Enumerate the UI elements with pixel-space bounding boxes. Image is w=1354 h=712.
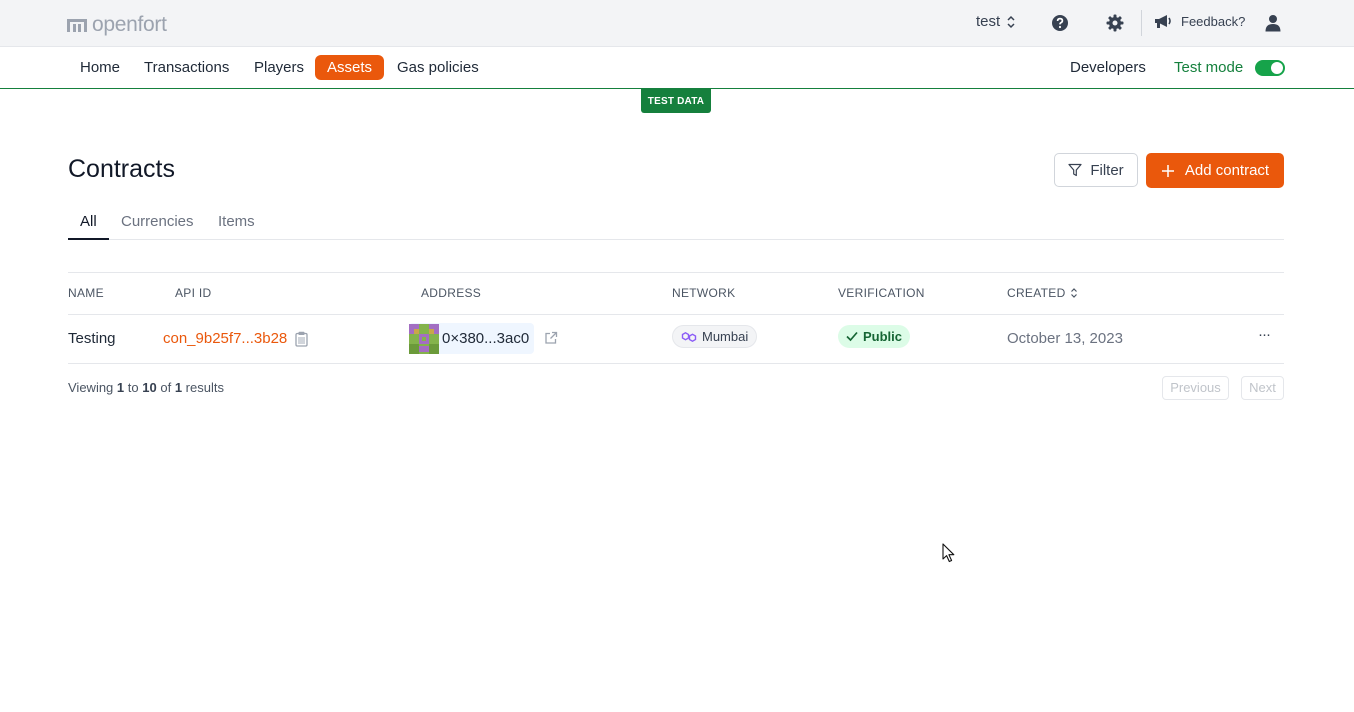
header-divider (68, 314, 1284, 315)
column-header-verification: VERIFICATION (838, 286, 925, 300)
address-text: 0×380...3ac0 (442, 330, 530, 347)
column-header-network: NETWORK (672, 286, 736, 300)
address-chip[interactable]: 0×380...3ac0 (409, 323, 535, 354)
pagination-to: 10 (142, 380, 157, 395)
filter-icon (1068, 163, 1082, 177)
divider (1141, 10, 1142, 36)
previous-button[interactable]: Previous (1162, 376, 1229, 400)
feedback-label: Feedback? (1181, 13, 1246, 29)
nav-assets[interactable]: Assets (315, 55, 385, 80)
contract-tabs: All Currencies Items (68, 206, 1284, 240)
pagination-of-word: of (160, 380, 172, 395)
logo-text: openfort (92, 13, 167, 36)
developers-link[interactable]: Developers (1070, 59, 1146, 76)
nav-players[interactable]: Players (242, 55, 316, 80)
row-menu-icon[interactable]: ··· (1258, 326, 1271, 343)
row-divider (68, 363, 1284, 364)
main-nav: Home Transactions Players Assets Gas pol… (0, 47, 1354, 89)
help-icon[interactable] (1049, 12, 1071, 34)
check-icon (846, 331, 858, 342)
filter-button[interactable]: Filter (1054, 153, 1138, 187)
created-header-label: CREATED (1007, 286, 1066, 300)
feedback-button[interactable]: Feedback? (1154, 13, 1245, 29)
external-link-icon[interactable] (544, 331, 558, 349)
contract-name: Testing (68, 330, 116, 347)
plus-icon (1161, 164, 1174, 177)
pagination-total: 1 (174, 380, 183, 395)
logo[interactable]: openfort (67, 13, 167, 37)
verification-label: Public (863, 329, 903, 344)
pagination-suffix: results (185, 380, 224, 395)
project-name: test (976, 13, 1001, 30)
chevron-up-down-icon (1007, 15, 1015, 28)
network-badge: Mumbai (672, 325, 758, 348)
pagination-summary: Viewing 1 to 10 of 1 results (68, 380, 224, 395)
user-icon[interactable] (1262, 12, 1284, 34)
filter-label: Filter (1090, 161, 1124, 179)
pagination-to-word: to (127, 380, 139, 395)
created-date: October 13, 2023 (1007, 330, 1123, 347)
api-id-link[interactable]: con_9b25f7...3b28 (163, 330, 287, 347)
openfort-logo-icon (67, 19, 87, 32)
tab-items[interactable]: Items (218, 213, 255, 240)
nav-home[interactable]: Home (68, 55, 132, 80)
pagination-prefix: Viewing (68, 380, 114, 395)
column-header-address: ADDRESS (421, 286, 482, 300)
column-header-name: NAME (68, 286, 104, 300)
column-header-api-id: API ID (175, 286, 212, 300)
top-bar: openfort test Feedback? (0, 0, 1354, 47)
tab-currencies[interactable]: Currencies (121, 213, 194, 240)
add-contract-label: Add contract (1184, 162, 1270, 179)
nav-gas-policies[interactable]: Gas policies (385, 55, 491, 80)
column-header-created[interactable]: CREATED (1007, 286, 1078, 300)
megaphone-icon (1155, 15, 1171, 28)
next-button[interactable]: Next (1241, 376, 1284, 400)
pagination-from: 1 (116, 380, 125, 395)
test-mode-toggle[interactable] (1255, 60, 1285, 76)
address-avatar-icon (409, 323, 439, 354)
sort-icon (1070, 288, 1077, 298)
mouse-cursor-icon (942, 543, 955, 563)
table-border (68, 272, 1284, 273)
test-data-banner: TEST DATA (641, 89, 711, 113)
clipboard-icon[interactable] (295, 331, 308, 351)
tab-all[interactable]: All (68, 213, 109, 240)
gear-icon[interactable] (1104, 12, 1126, 34)
add-contract-button[interactable]: Add contract (1146, 153, 1284, 188)
verification-badge: Public (838, 325, 911, 348)
polygon-icon (681, 331, 697, 342)
nav-transactions[interactable]: Transactions (132, 55, 241, 80)
project-switcher[interactable]: test (976, 13, 1016, 30)
network-label: Mumbai (702, 329, 749, 344)
test-mode-label: Test mode (1174, 59, 1244, 76)
page-title: Contracts (68, 155, 175, 183)
